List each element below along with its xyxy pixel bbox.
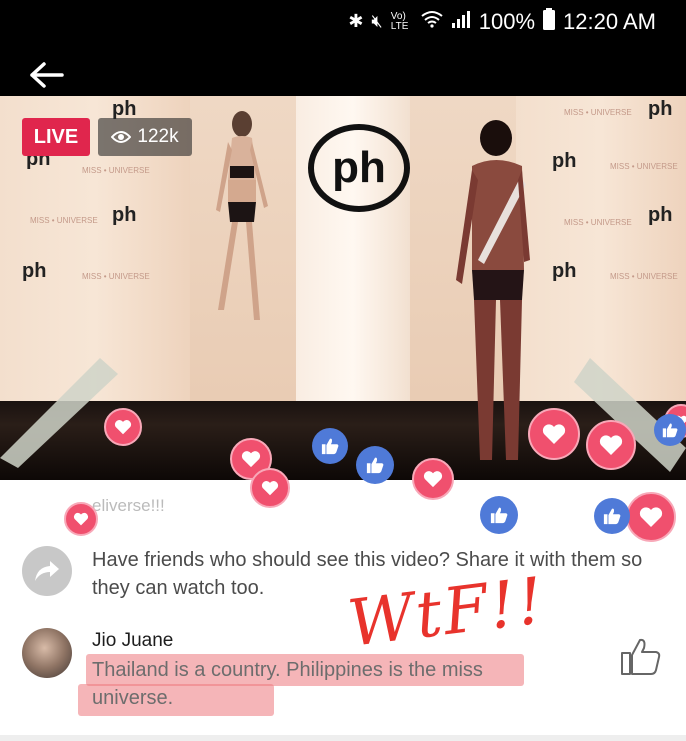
heart-icon (261, 481, 279, 496)
faded-comment: eliverse!!! (92, 496, 165, 515)
heart-reaction (64, 502, 98, 536)
brand-logo: ph (308, 124, 410, 212)
like-reaction (594, 498, 630, 534)
battery-icon (543, 8, 556, 35)
heart-reaction (528, 408, 580, 460)
live-badge: LIVE (22, 118, 90, 156)
top-bar (0, 44, 686, 96)
eye-icon (111, 131, 132, 143)
heart-reaction (412, 458, 454, 500)
brand-logo-small: ph (648, 98, 673, 120)
status-bar: ✱ 🔇︎ Vo) LTE 100% 12:20 AM (0, 0, 686, 44)
heart-icon (114, 420, 132, 435)
heart-reaction (586, 420, 636, 470)
live-video[interactable]: ph ph ph ph ph ph ph ph ph MISS • UNIVER… (0, 96, 686, 480)
heart-icon (423, 471, 443, 488)
thumbs-up-icon (603, 508, 621, 525)
like-reaction (356, 446, 394, 484)
share-button[interactable] (22, 546, 72, 596)
like-reaction (480, 496, 518, 534)
heart-icon (599, 435, 623, 455)
avatar[interactable] (22, 628, 72, 678)
share-arrow-icon (35, 561, 59, 581)
wifi-icon (421, 10, 443, 33)
thumbs-up-icon (662, 423, 678, 438)
viewer-count: 122k (137, 126, 179, 147)
brand-logo-small: ph (552, 150, 577, 172)
thumbs-up-icon (366, 457, 384, 474)
brand-logo-small: ph (648, 204, 673, 226)
brand-logo-small: ph (552, 260, 577, 282)
banner-text: MISS • UNIVERSE (610, 272, 678, 281)
thumbs-up-icon (321, 438, 339, 455)
bottom-divider (0, 735, 686, 741)
status-icons: ✱ 🔇︎ Vo) LTE 100% 12:20 AM (348, 8, 656, 35)
back-button[interactable] (28, 60, 76, 100)
mute-icon: 🔇︎ (371, 11, 383, 31)
signal-icon (451, 10, 471, 33)
clock: 12:20 AM (563, 8, 656, 34)
heart-icon (73, 512, 89, 526)
back-arrow-icon (30, 62, 64, 88)
bluetooth-icon: ✱ (348, 11, 364, 31)
battery-percent: 100% (478, 8, 536, 34)
stage-light-left (0, 358, 118, 468)
heart-icon (241, 451, 261, 468)
viewer-count-badge: 122k (98, 118, 192, 156)
brand-logo-small: ph (22, 260, 47, 282)
heart-reaction (104, 408, 142, 446)
brand-logo-small: ph (112, 204, 137, 226)
model-figure-right (456, 120, 530, 460)
banner-text: MISS • UNIVERSE (610, 162, 678, 171)
heart-reaction (626, 492, 676, 542)
banner-text: MISS • UNIVERSE (30, 216, 98, 225)
thumbs-up-icon (490, 507, 508, 524)
like-comment-button[interactable] (620, 636, 662, 676)
heart-icon (639, 507, 663, 527)
heart-reaction (250, 468, 290, 508)
banner-text: MISS • UNIVERSE (564, 218, 632, 227)
like-reaction (312, 428, 348, 464)
volte-icon: Vo) LTE (390, 10, 409, 32)
heart-icon (542, 424, 566, 444)
like-reaction (654, 414, 686, 446)
comment-author[interactable]: Jio Juane (92, 630, 173, 652)
backdrop-panel-right (516, 96, 686, 401)
banner-text: MISS • UNIVERSE (82, 272, 150, 281)
model-figure-left (216, 111, 268, 320)
thumbs-up-outline-icon (621, 638, 661, 675)
banner-text: MISS • UNIVERSE (82, 166, 150, 175)
comment-text: Thailand is a country. Philippines is th… (92, 659, 483, 709)
banner-text: MISS • UNIVERSE (564, 108, 632, 117)
